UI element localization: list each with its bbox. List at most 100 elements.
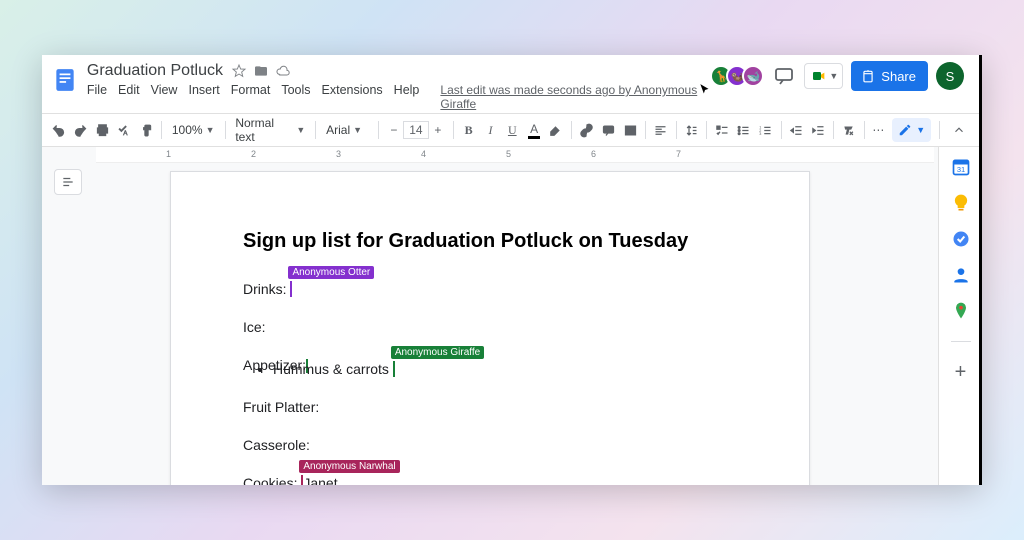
cloud-status-icon[interactable] (275, 63, 291, 79)
ruler-mark: 4 (421, 149, 426, 159)
font-size-plus[interactable]: + (429, 123, 447, 137)
tasks-app-icon[interactable] (951, 229, 971, 249)
hide-menus-icon[interactable] (948, 119, 970, 141)
paint-format-icon[interactable] (137, 119, 155, 141)
clear-format-icon[interactable] (840, 119, 858, 141)
ruler-mark: 3 (336, 149, 341, 159)
collab-flag: Anonymous Narwhal (299, 460, 399, 473)
body-area: 1 2 3 4 5 6 7 Sign up list for Graduatio… (42, 147, 982, 485)
italic-button[interactable]: I (482, 119, 500, 141)
link-icon[interactable] (578, 119, 596, 141)
titlebar-right: 🦒 🦦 🐋 ▼ Share S (710, 61, 974, 91)
doc-line-casserole[interactable]: Casserole: (243, 437, 737, 453)
collab-flag: Anonymous Otter (288, 266, 374, 279)
title-row: Graduation Potluck (85, 61, 710, 81)
menu-format[interactable]: Format (231, 83, 271, 111)
checklist-icon[interactable] (713, 119, 731, 141)
font-size-control: − 14 + (385, 121, 447, 139)
svg-text:31: 31 (956, 165, 964, 174)
toolbar: A 100%▼ Normal text▼ Arial▼ − 14 + B I U… (42, 113, 982, 147)
menu-edit[interactable]: Edit (118, 83, 140, 111)
list-item[interactable]: Hummus & carrots Anonymous Giraffe (273, 361, 737, 377)
svg-text:A: A (123, 129, 128, 136)
image-icon[interactable] (621, 119, 639, 141)
text-color-button[interactable]: A (525, 119, 543, 141)
outline-toggle-icon[interactable] (54, 169, 82, 195)
comment-icon[interactable] (599, 119, 617, 141)
text: Cookies: (243, 475, 301, 485)
docs-logo-icon[interactable] (52, 63, 79, 97)
ruler-mark: 1 (166, 149, 171, 159)
ruler-mark: 5 (506, 149, 511, 159)
meet-button[interactable]: ▼ (804, 63, 843, 89)
comment-history-icon[interactable] (772, 64, 796, 88)
text: Janet (303, 475, 337, 485)
paragraph-style-select[interactable]: Normal text▼ (231, 116, 309, 144)
spellcheck-icon[interactable]: A (115, 119, 133, 141)
collab-cursor-narwhal: Anonymous Narwhal (301, 475, 303, 485)
share-label: Share (881, 69, 916, 84)
font-select[interactable]: Arial▼ (322, 123, 372, 137)
menu-view[interactable]: View (151, 83, 178, 111)
menu-file[interactable]: File (87, 83, 107, 111)
editing-mode-button[interactable]: ▼ (892, 118, 931, 142)
indent-decrease-icon[interactable] (787, 119, 805, 141)
font-size-minus[interactable]: − (385, 123, 403, 137)
doc-line-cookies[interactable]: Cookies: Anonymous NarwhalJanet (243, 475, 737, 485)
document-scroll[interactable]: 1 2 3 4 5 6 7 Sign up list for Graduatio… (42, 147, 938, 485)
bullet-list-icon[interactable] (735, 119, 753, 141)
font-size-input[interactable]: 14 (403, 121, 429, 139)
underline-button[interactable]: U (503, 119, 521, 141)
doc-line-ice[interactable]: Ice: (243, 319, 737, 335)
menu-tools[interactable]: Tools (281, 83, 310, 111)
align-icon[interactable] (652, 119, 670, 141)
page[interactable]: Sign up list for Graduation Potluck on T… (170, 171, 810, 485)
menu-extensions[interactable]: Extensions (322, 83, 383, 111)
ruler-mark: 2 (251, 149, 256, 159)
share-button[interactable]: Share (851, 61, 928, 91)
doc-title[interactable]: Graduation Potluck (85, 61, 225, 81)
ruler[interactable]: 1 2 3 4 5 6 7 (96, 147, 934, 163)
text: Hummus & carrots (273, 361, 393, 377)
window-edge (979, 55, 982, 485)
collab-flag: Anonymous Giraffe (391, 346, 484, 359)
bold-button[interactable]: B (460, 119, 478, 141)
text: Drinks: (243, 281, 290, 297)
doc-line-fruit[interactable]: Fruit Platter: (243, 399, 737, 415)
menubar: File Edit View Insert Format Tools Exten… (85, 81, 710, 111)
zoom-select[interactable]: 100%▼ (168, 123, 219, 137)
ruler-mark: 7 (676, 149, 681, 159)
highlight-button[interactable] (547, 119, 565, 141)
bullet-list[interactable]: Hummus & carrots Anonymous Giraffe (273, 361, 737, 377)
svg-text:3: 3 (759, 131, 761, 135)
maps-app-icon[interactable] (951, 301, 971, 321)
doc-heading[interactable]: Sign up list for Graduation Potluck on T… (243, 230, 737, 253)
collab-cursor-otter: Anonymous Otter (290, 281, 292, 297)
contacts-app-icon[interactable] (951, 265, 971, 285)
move-folder-icon[interactable] (253, 63, 269, 79)
undo-icon[interactable] (50, 119, 68, 141)
side-panel: 31 + (938, 147, 982, 485)
more-icon[interactable]: ⋯ (870, 119, 888, 141)
calendar-app-icon[interactable]: 31 (951, 157, 971, 177)
account-avatar[interactable]: S (936, 62, 964, 90)
menu-help[interactable]: Help (394, 83, 420, 111)
presence-avatar[interactable]: 🐋 (742, 65, 764, 87)
indent-increase-icon[interactable] (809, 119, 827, 141)
numbered-list-icon[interactable]: 123 (757, 119, 775, 141)
addons-plus-icon[interactable]: + (955, 362, 967, 382)
line-spacing-icon[interactable] (683, 119, 701, 141)
mouse-cursor-icon (698, 83, 712, 97)
side-panel-divider (951, 341, 971, 342)
redo-icon[interactable] (72, 119, 90, 141)
star-icon[interactable] (231, 63, 247, 79)
title-column: Graduation Potluck File Edit View Insert… (85, 61, 710, 111)
keep-app-icon[interactable] (951, 193, 971, 213)
last-edit-link[interactable]: Last edit was made seconds ago by Anonym… (440, 83, 710, 111)
print-icon[interactable] (94, 119, 112, 141)
ruler-mark: 6 (591, 149, 596, 159)
presence-avatars[interactable]: 🦒 🦦 🐋 (710, 65, 764, 87)
menu-insert[interactable]: Insert (188, 83, 219, 111)
collab-cursor-giraffe: Anonymous Giraffe (393, 361, 395, 377)
doc-line-drinks[interactable]: Drinks: Anonymous Otter (243, 281, 737, 297)
